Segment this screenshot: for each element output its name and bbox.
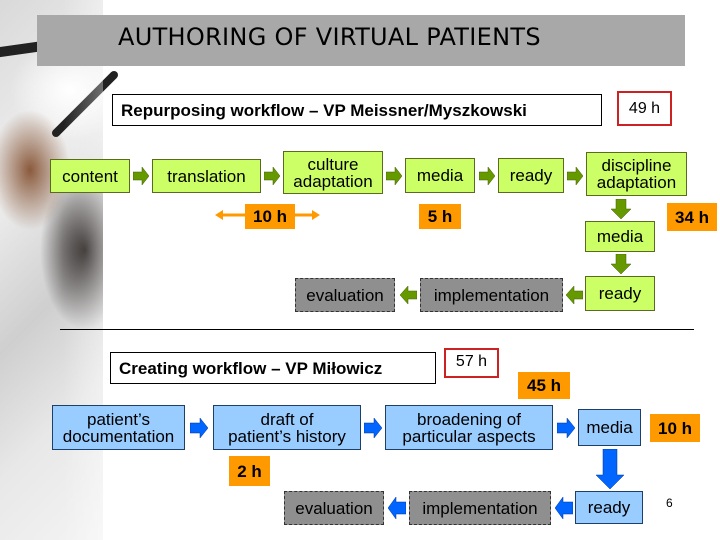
- arrow-right-icon: [567, 167, 583, 185]
- arrow-down-icon: [611, 199, 631, 219]
- repurposing-total: 49 h: [617, 91, 672, 126]
- arrow-left-icon: [400, 286, 417, 304]
- step-evaluation: evaluation: [295, 278, 395, 312]
- arrow-right-icon: [386, 167, 402, 185]
- arrow-left-icon: [555, 497, 573, 519]
- arrow-down-icon: [611, 254, 631, 274]
- arrow-right-icon: [364, 418, 382, 438]
- step-patients-documentation: patient’s documentation: [52, 405, 185, 450]
- step-translation: translation: [152, 159, 261, 193]
- step-draft-history: draft of patient’s history: [213, 405, 361, 450]
- step-media: media: [405, 158, 475, 193]
- arrow-right-icon: [190, 418, 208, 438]
- step-label: culture: [307, 154, 359, 174]
- creating-header: Creating workflow – VP Miłowicz: [110, 352, 436, 384]
- step-culture-adaptation: culture adaptation: [283, 151, 383, 194]
- arrow-left-icon: [566, 286, 583, 304]
- step-label: discipline: [601, 156, 672, 175]
- time-badge-5h: 5 h: [419, 204, 461, 229]
- arrow-right-icon: [133, 167, 149, 185]
- step-ready-create: ready: [575, 491, 643, 524]
- section-divider: [60, 329, 694, 330]
- step-ready-2: ready: [585, 276, 655, 311]
- step-label: adaptation: [293, 171, 373, 191]
- step-implementation-create: implementation: [409, 491, 551, 525]
- repurposing-header: Repurposing workflow – VP Meissner/Myszk…: [112, 94, 602, 126]
- step-label: adaptation: [596, 173, 677, 192]
- step-implementation: implementation: [420, 278, 563, 312]
- time-badge-34h: 34 h: [667, 203, 717, 231]
- creating-total: 57 h: [444, 348, 499, 378]
- page-number: 6: [666, 496, 673, 510]
- step-label: documentation: [62, 426, 175, 446]
- step-label: patient’s history: [228, 426, 346, 446]
- step-label: draft of: [260, 409, 314, 429]
- arrow-right-icon: [557, 418, 575, 438]
- step-ready: ready: [498, 158, 564, 193]
- step-evaluation-create: evaluation: [284, 491, 384, 525]
- arrow-right-icon: [479, 167, 495, 185]
- step-label: broadening of: [417, 409, 521, 429]
- time-badge-10h-media: 10 h: [650, 414, 700, 442]
- time-badge-2h: 2 h: [229, 456, 270, 486]
- arrow-right-icon: [264, 167, 280, 185]
- photo-fade: [63, 0, 103, 540]
- arrow-down-icon: [596, 449, 624, 489]
- background-photo: [0, 0, 121, 540]
- time-badge-45h: 45 h: [518, 372, 570, 399]
- slide-title: AUTHORING OF VIRTUAL PATIENTS: [118, 23, 541, 51]
- step-media-2: media: [585, 221, 655, 252]
- step-broadening: broadening of particular aspects: [385, 405, 553, 450]
- step-label: particular aspects: [402, 426, 536, 446]
- step-label: patient’s: [86, 409, 150, 429]
- step-discipline-adaptation: discipline adaptation: [586, 152, 687, 196]
- step-content: content: [50, 159, 130, 193]
- time-badge-10h: 10 h: [245, 204, 295, 229]
- step-media-create: media: [578, 409, 641, 446]
- arrow-left-icon: [388, 497, 406, 519]
